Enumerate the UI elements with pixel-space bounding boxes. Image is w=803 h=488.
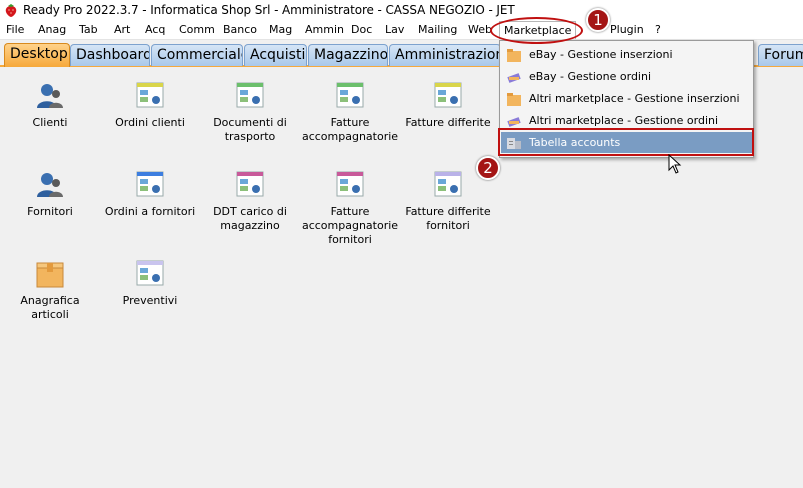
menu-mailing[interactable]: Mailing [418,23,457,38]
menu-ammin[interactable]: Ammin [305,23,344,38]
tab-forum[interactable]: Forum [758,44,803,66]
supplier-orders-icon [136,171,164,197]
menu-banco[interactable]: Banco [223,23,257,38]
deferred-invoice-icon [434,82,462,108]
desktop-item-anagrafica-articoli[interactable]: Anagrafica articoli [0,258,100,322]
mouse-cursor-icon [668,154,682,174]
desktop-item-preventivi[interactable]: Preventivi [100,258,200,308]
window-title: Ready Pro 2022.3.7 - Informatica Shop Sr… [23,3,515,17]
menu-lav[interactable]: Lav [385,23,404,38]
orders-document-icon [136,82,164,108]
dropdown-item-ebay-ordini[interactable]: eBay - Gestione ordini [501,66,752,87]
tab-desktop[interactable]: Desktop [4,43,70,67]
desktop-item-fatture-accompagnatorie[interactable]: Fatture accompagnatorie [300,80,400,144]
orders-icon [507,116,521,127]
callout-ellipse-marketplace [490,17,583,44]
menu-plugin[interactable]: Plugin [610,23,644,38]
menu-tab[interactable]: Tab [79,23,98,38]
customer-person-icon [37,84,63,108]
desktop-item-fornitori[interactable]: Fornitori [0,169,100,219]
tab-amministrazione[interactable]: Amministrazione [389,44,501,66]
menu-acq[interactable]: Acq [145,23,165,38]
transport-document-icon [236,82,264,108]
supplier-person-icon [37,173,63,197]
tab-magazzino[interactable]: Magazzino [308,44,388,66]
desktop-item-ddt-carico[interactable]: DDT carico di magazzino [200,169,300,233]
desktop-item-fatture-accompagnatorie-fornitori[interactable]: Fatture accompagnatorie fornitori [300,169,400,247]
menu-bar: File Anag Tab Art Acq Comm Banco Mag Amm… [0,20,803,40]
folder-icon [507,92,521,106]
callout-badge-1: 1 [586,8,610,32]
invoice-document-icon [336,82,364,108]
tab-acquisti[interactable]: Acquisti [244,44,307,66]
tab-commerciale[interactable]: Commerciale [151,44,243,66]
strawberry-app-icon [5,4,17,17]
dropdown-item-altri-inserzioni[interactable]: Altri marketplace - Gestione inserzioni [501,88,752,109]
callout-rect-tabella-accounts [498,128,754,156]
callout-badge-2: 2 [476,156,500,180]
menu-web[interactable]: Web [468,23,492,38]
menu-mag[interactable]: Mag [269,23,292,38]
menu-file[interactable]: File [6,23,24,38]
menu-art[interactable]: Art [114,23,130,38]
desktop-item-documenti-trasporto[interactable]: Documenti di trasporto [200,80,300,144]
dropdown-item-ebay-inserzioni[interactable]: eBay - Gestione inserzioni [501,44,752,65]
title-bar: Ready Pro 2022.3.7 - Informatica Shop Sr… [0,0,803,20]
tab-dashboard[interactable]: Dashboard [70,44,150,66]
desktop-item-ordini-fornitori[interactable]: Ordini a fornitori [100,169,200,219]
menu-anag[interactable]: Anag [38,23,66,38]
menu-doc[interactable]: Doc [351,23,372,38]
desktop-item-fatture-differite[interactable]: Fatture differite [398,80,498,130]
warehouse-load-icon [236,171,264,197]
menu-comm[interactable]: Comm [179,23,215,38]
supplier-deferred-invoice-icon [434,171,462,197]
folder-icon [507,48,521,62]
menu-help[interactable]: ? [655,23,661,38]
supplier-invoice-icon [336,171,364,197]
quote-document-icon [136,260,164,286]
desktop-item-ordini-clienti[interactable]: Ordini clienti [100,80,200,130]
desktop-item-clienti[interactable]: Clienti [0,80,100,130]
product-box-icon [36,262,64,288]
orders-icon [507,72,521,83]
